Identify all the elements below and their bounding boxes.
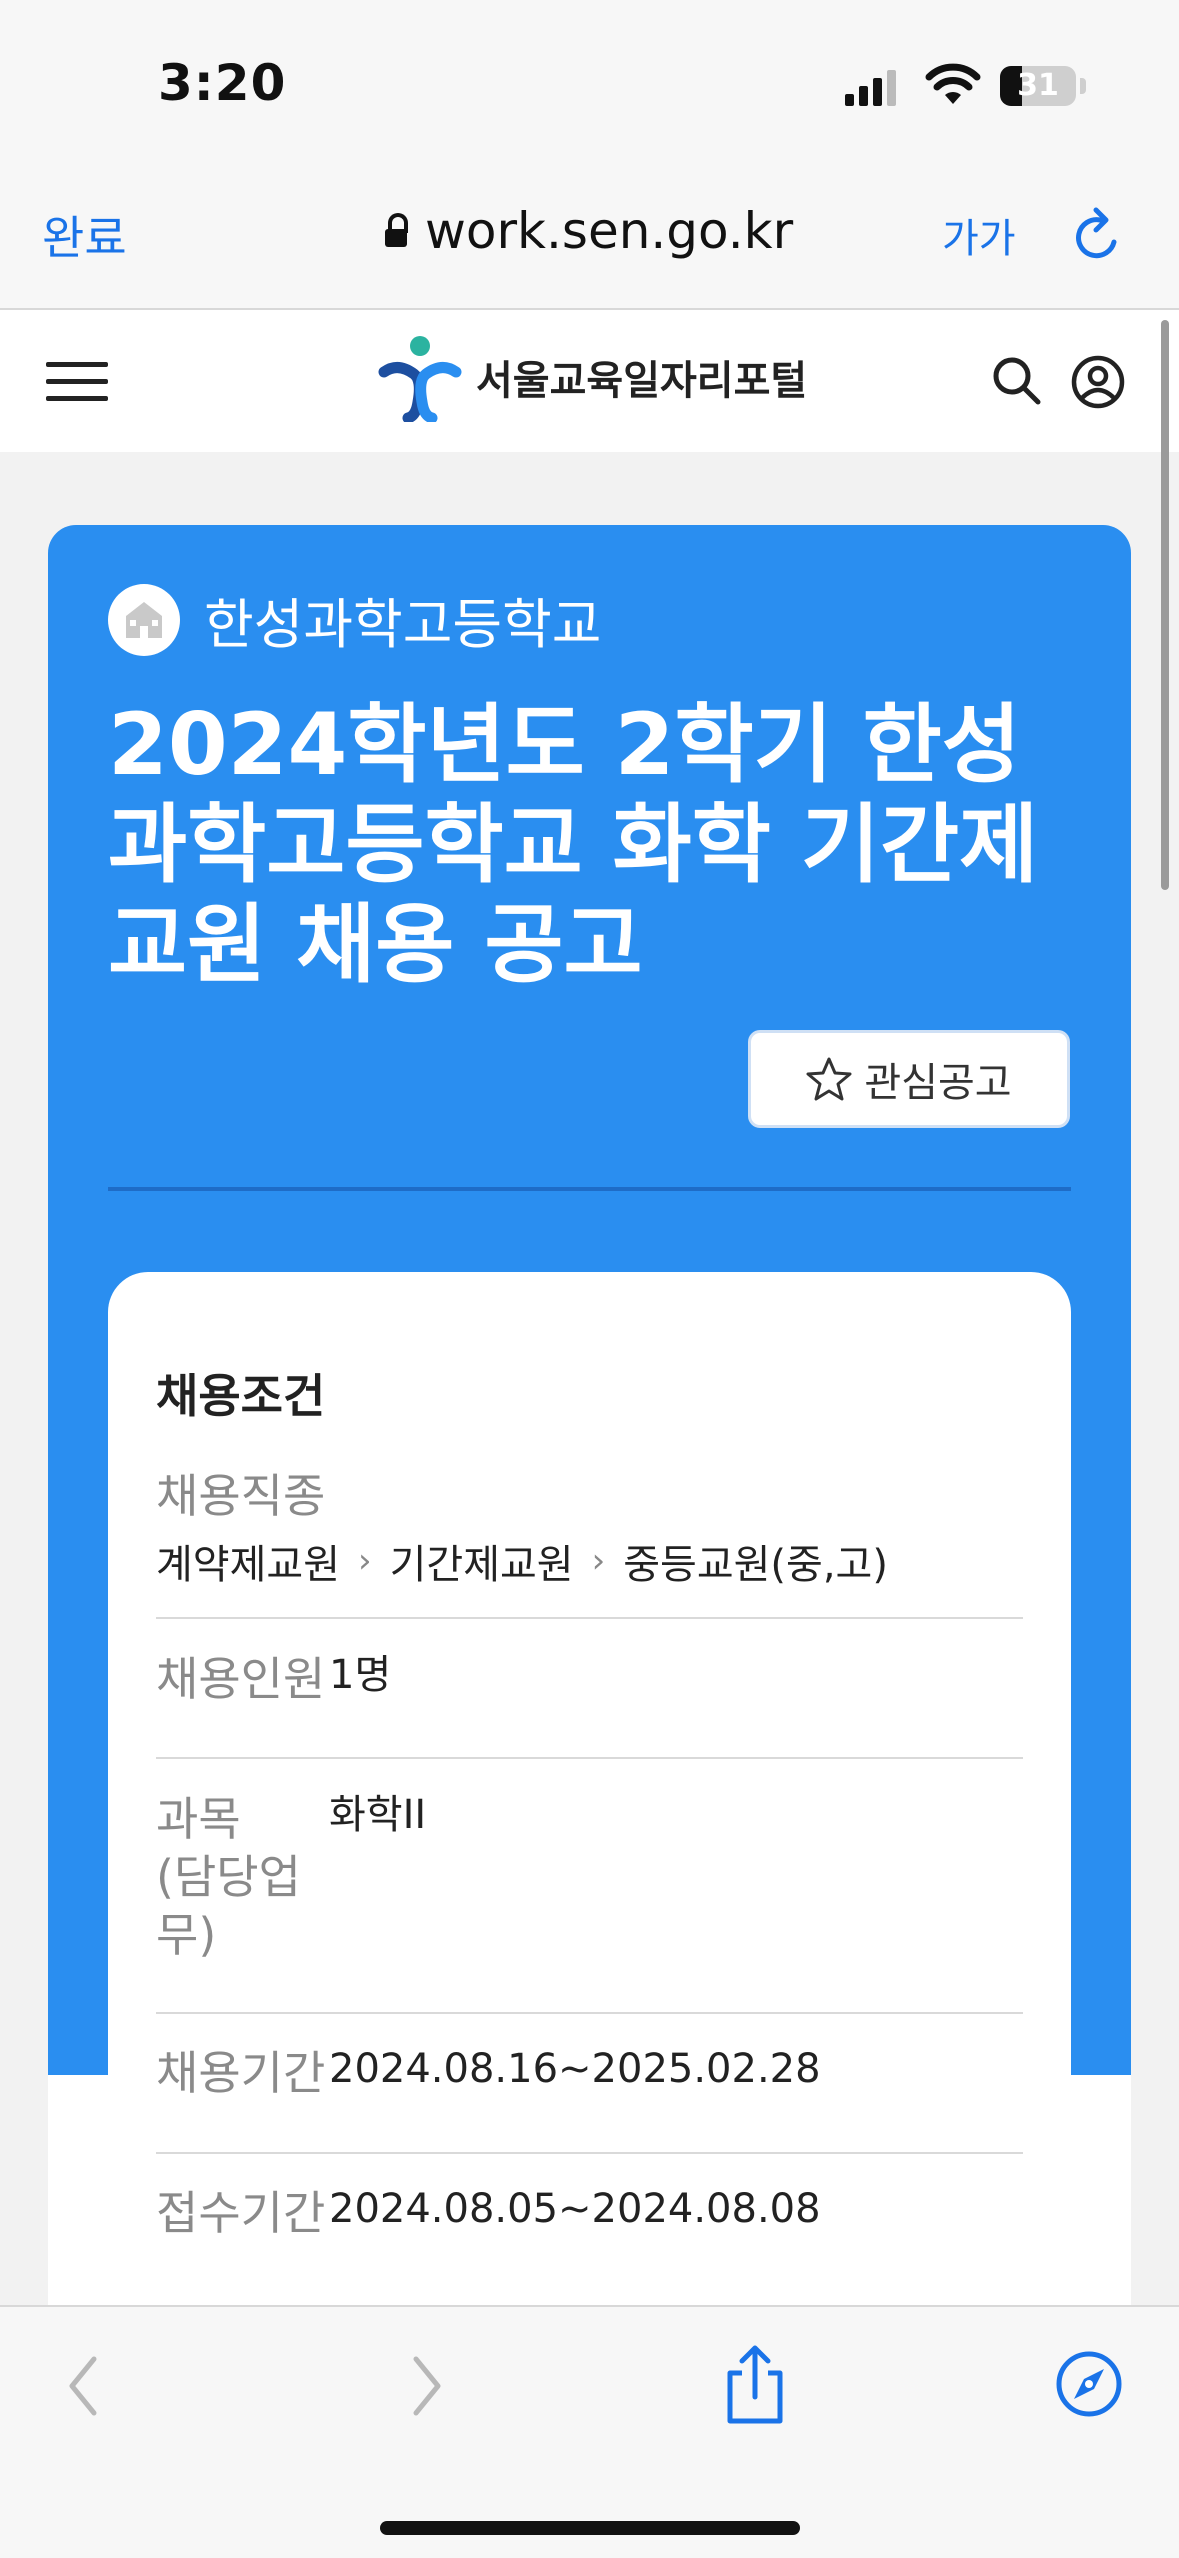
page-title: 2024학년도 2학기 한성과학고등학교 화학 기간제 교원 채용 공고: [108, 695, 1039, 995]
subject-label: 과목 (담당업 무): [156, 1792, 301, 1962]
battery-icon: 31: [1000, 66, 1076, 106]
row-divider: [156, 2012, 1023, 2014]
job-type-level-3: 중등교원(중,고): [623, 1542, 888, 1588]
conditions-heading: 채용조건: [156, 1369, 326, 1423]
school-name: 한성과학고등학교: [204, 593, 602, 656]
star-icon: [806, 1057, 852, 1101]
reload-icon[interactable]: [1070, 206, 1126, 266]
application-period-label: 접수기간: [156, 2186, 326, 2240]
status-bar: 3:20 31: [0, 0, 1179, 170]
menu-icon[interactable]: [46, 362, 108, 402]
row-divider: [156, 2152, 1023, 2154]
battery-level: 31: [1017, 68, 1059, 103]
job-type-level-1: 계약제교원: [156, 1542, 340, 1588]
scrollbar[interactable]: [1161, 320, 1169, 890]
favorite-label: 관심공고: [864, 1060, 1012, 1106]
search-icon[interactable]: [990, 354, 1044, 408]
chevron-right-icon: ›: [358, 1541, 372, 1581]
job-type-path: 계약제교원 › 기간제교원 › 중등교원(중,고): [156, 1532, 1023, 1590]
lock-icon: [385, 213, 408, 247]
done-button[interactable]: 완료: [42, 202, 127, 268]
chevron-right-icon: ›: [591, 1541, 606, 1581]
status-time: 3:20: [158, 54, 287, 112]
compass-icon[interactable]: [1054, 2349, 1124, 2419]
employment-period-label: 채용기간: [156, 2046, 326, 2100]
job-type-level-2: 기간제교원: [389, 1542, 574, 1588]
school-info: 한성과학고등학교: [108, 580, 601, 659]
logo-icon: [378, 336, 462, 422]
row-divider: [156, 1757, 1023, 1759]
site-header: 서울교육일자리포털: [0, 310, 1179, 452]
job-type-row: 채용직종 계약제교원 › 기간제교원 › 중등교원(중,고): [156, 1460, 1023, 1590]
url-text: work.sen.go.kr: [425, 202, 794, 260]
browser-toolbar: [0, 2305, 1179, 2558]
application-period-value: 2024.08.05~2024.08.08: [329, 2186, 821, 2232]
back-icon[interactable]: [62, 2351, 106, 2421]
address-bar[interactable]: work.sen.go.kr: [385, 202, 793, 260]
subject-value: 화학II: [329, 1792, 427, 1838]
wifi-icon: [925, 63, 981, 104]
headcount-value: 1명: [329, 1652, 392, 1698]
signal-icon: [845, 70, 896, 106]
row-divider: [156, 1617, 1023, 1619]
job-type-label: 채용직종: [156, 1469, 326, 1523]
site-name: 서울교육일자리포털: [476, 358, 808, 404]
employment-period-value: 2024.08.16~2025.02.28: [329, 2046, 821, 2092]
home-indicator: [380, 2521, 800, 2535]
text-size-button[interactable]: 가가: [942, 206, 1016, 264]
user-icon[interactable]: [1070, 354, 1126, 410]
favorite-button[interactable]: 관심공고: [748, 1030, 1070, 1128]
divider: [108, 1187, 1071, 1191]
site-logo[interactable]: 서울교육일자리포털: [378, 332, 807, 422]
school-icon: [108, 583, 180, 656]
forward-icon[interactable]: [404, 2351, 448, 2421]
headcount-label: 채용인원: [156, 1652, 326, 1706]
browser-top-bar: 완료 work.sen.go.kr 가가: [0, 170, 1179, 310]
conditions-card: 채용조건 채용직종 계약제교원 › 기간제교원 › 중등교원(중,고) 채용인원…: [108, 1272, 1071, 2332]
share-icon[interactable]: [722, 2343, 788, 2427]
